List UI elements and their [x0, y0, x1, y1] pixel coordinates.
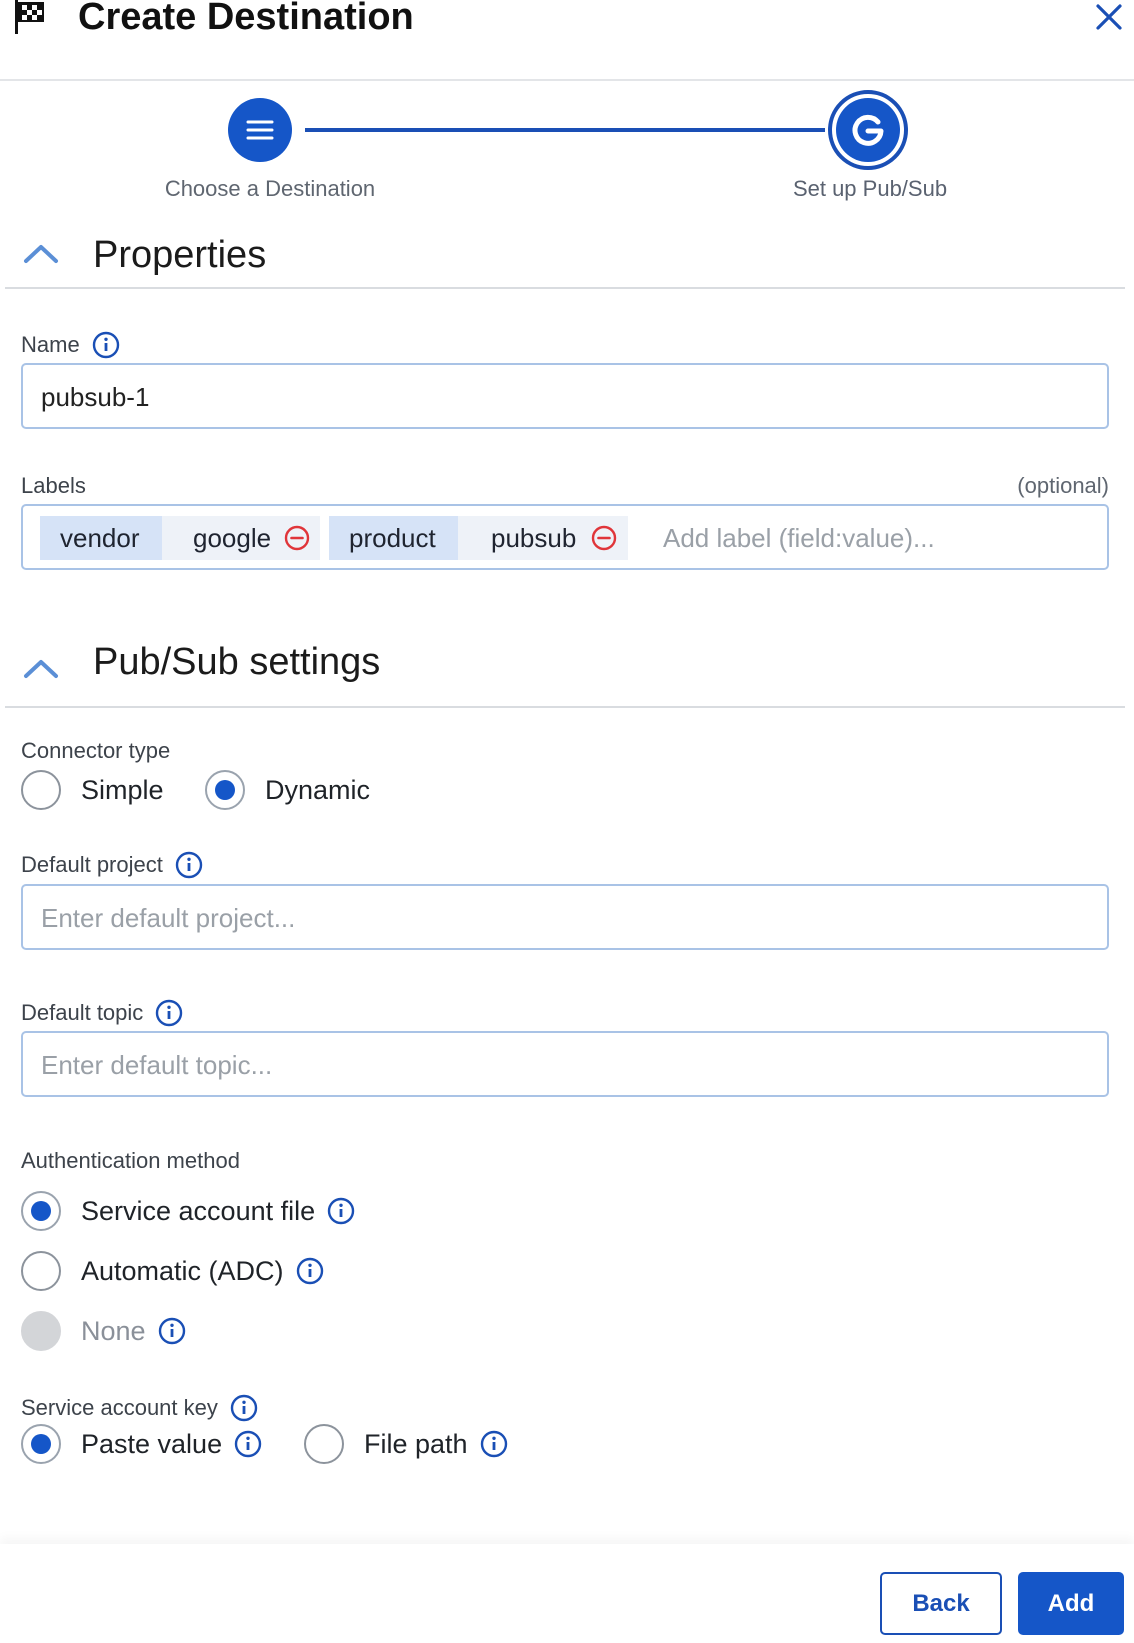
default-topic-placeholder: Enter default topic... — [41, 1050, 273, 1080]
service-account-key-text: Service account key — [21, 1395, 218, 1420]
form-content: Properties Name pubsub-1 Labels (optiona… — [0, 219, 1134, 1544]
optional-hint: (optional) — [1017, 473, 1109, 498]
label-input-placeholder: Add label (field:value)... — [663, 523, 935, 553]
default-project-label: Default project — [21, 851, 203, 879]
radio-dynamic-label[interactable]: Dynamic — [265, 774, 370, 806]
service-account-key-label: Service account key — [21, 1394, 258, 1422]
info-icon[interactable] — [296, 1257, 324, 1285]
radio-paste-value-label[interactable]: Paste value — [81, 1428, 262, 1460]
properties-section-header[interactable]: Properties — [5, 219, 1125, 289]
name-input-value: pubsub-1 — [41, 382, 150, 412]
dialog-footer: Back Add — [0, 1544, 1134, 1643]
dialog-title: Create Destination — [78, 0, 414, 38]
auth-method-label: Authentication method — [21, 1148, 240, 1173]
close-icon[interactable] — [1090, 0, 1126, 36]
paste-value-text: Paste value — [81, 1429, 223, 1459]
default-project-label-text: Default project — [21, 852, 163, 877]
radio-simple[interactable] — [21, 770, 61, 810]
info-icon[interactable] — [92, 331, 120, 359]
step-choose-destination[interactable] — [228, 98, 292, 162]
radio-file-path[interactable] — [304, 1424, 344, 1464]
dialog-header: Create Destination — [0, 0, 1134, 81]
radio-automatic-adc-label[interactable]: Automatic (ADC) — [81, 1255, 324, 1287]
radio-service-account-file-label[interactable]: Service account file — [81, 1195, 355, 1227]
chevron-up-icon[interactable] — [23, 656, 59, 680]
connector-type-label: Connector type — [21, 738, 171, 763]
remove-chip-icon[interactable] — [591, 525, 617, 551]
back-button[interactable]: Back — [880, 1572, 1002, 1635]
step-label-setup: Set up Pub/Sub — [792, 176, 948, 201]
section-title-pubsub: Pub/Sub settings — [93, 641, 381, 683]
radio-simple-label[interactable]: Simple — [81, 774, 164, 806]
radio-automatic-adc[interactable] — [21, 1251, 61, 1291]
google-g-icon — [852, 114, 884, 146]
stepper-connector — [305, 128, 825, 132]
default-project-input[interactable]: Enter default project... — [21, 884, 1109, 950]
info-icon[interactable] — [480, 1430, 508, 1458]
remove-chip-icon[interactable] — [284, 525, 310, 551]
service-account-file-text: Service account file — [81, 1196, 316, 1226]
name-field-label: Name — [21, 331, 120, 359]
radio-service-account-file[interactable] — [21, 1191, 61, 1231]
add-button[interactable]: Add — [1018, 1572, 1124, 1635]
label-chip-key: vendor — [40, 516, 182, 560]
checkered-flag-icon — [15, 0, 44, 34]
radio-dynamic[interactable] — [205, 770, 245, 810]
info-icon[interactable] — [230, 1394, 258, 1422]
name-label-text: Name — [21, 332, 80, 357]
info-icon[interactable] — [155, 999, 183, 1027]
default-topic-input[interactable]: Enter default topic... — [21, 1031, 1109, 1097]
file-path-text: File path — [364, 1429, 468, 1459]
info-icon[interactable] — [234, 1430, 262, 1458]
info-icon[interactable] — [158, 1317, 186, 1345]
none-text: None — [81, 1316, 146, 1346]
chevron-up-icon[interactable] — [23, 241, 59, 265]
label-chip-key: product — [329, 516, 478, 560]
step-setup-pubsub[interactable] — [836, 98, 900, 162]
step-label-choose: Choose a Destination — [164, 176, 376, 201]
default-topic-label: Default topic — [21, 999, 183, 1027]
radio-paste-value[interactable] — [21, 1424, 61, 1464]
default-project-placeholder: Enter default project... — [41, 903, 296, 933]
wizard-stepper: Choose a Destination Set up Pub/Sub — [0, 83, 1134, 219]
labels-input[interactable]: vendor google product pubsub Add label (… — [21, 504, 1109, 570]
info-icon[interactable] — [327, 1197, 355, 1225]
default-topic-label-text: Default topic — [21, 1000, 144, 1025]
menu-lines-icon — [246, 120, 274, 140]
name-input[interactable]: pubsub-1 — [21, 363, 1109, 429]
info-icon[interactable] — [175, 851, 203, 879]
pubsub-section-header[interactable]: Pub/Sub settings — [5, 626, 1125, 708]
automatic-adc-text: Automatic (ADC) — [81, 1256, 284, 1286]
labels-field-label: Labels — [21, 473, 86, 498]
section-title-properties: Properties — [93, 234, 267, 276]
radio-none — [21, 1311, 61, 1351]
radio-none-label: None — [81, 1315, 186, 1347]
radio-file-path-label[interactable]: File path — [364, 1428, 508, 1460]
